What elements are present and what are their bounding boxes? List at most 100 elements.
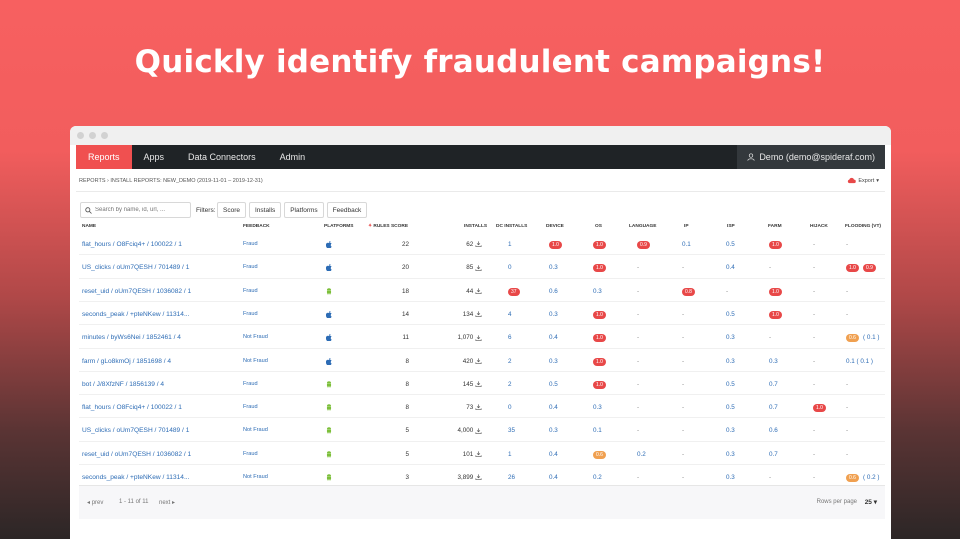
table-row[interactable]: US_clicks / oUm7QESH / 701489 / 1 Fraud 20… [76,256,885,279]
android-icon [326,404,332,411]
download-icon[interactable] [473,311,482,318]
window-minimize-dot[interactable] [89,132,96,139]
cell-value: 2 [508,357,512,365]
rows-per-page-label: Rows per page [816,499,857,505]
cell-value: 4 [508,310,512,318]
cell-dc: 6 [508,334,512,341]
col-farm[interactable]: FARM [768,224,782,229]
cell-device: 0.6 [549,288,558,295]
download-icon[interactable] [473,241,482,248]
nav-reports[interactable]: Reports [76,145,132,169]
col-ip[interactable]: IP [684,224,689,229]
cell-hijack: - [813,451,815,458]
cell-name[interactable]: US_clicks / oUm7QESH / 701489 / 1 [82,427,189,434]
cell-value: 0.1 [593,427,602,435]
cell-hijack: - [813,311,815,318]
cell-hijack: - [813,427,815,434]
cell-name[interactable]: flat_hours / O8Fciq4+ / 100022 / 1 [82,404,182,411]
col-device[interactable]: DEVICE [546,224,564,229]
table-row[interactable]: minutes / byWs6Nei / 1852461 / 4 Not Frau… [76,326,885,349]
download-icon[interactable] [473,381,482,388]
search-input[interactable] [95,207,187,213]
download-icon[interactable] [473,427,482,434]
user-menu[interactable]: Demo (demo@spideraf.com) [737,145,885,169]
cell-value: farm / gLo8kmOj / 1851698 / 4 [82,357,172,365]
cell-name[interactable]: seconds_peak / +pteNKew / 11314... [82,311,189,318]
window-maximize-dot[interactable] [101,132,108,139]
download-icon[interactable] [473,404,482,411]
table-row[interactable]: US_clicks / oUm7QESH / 701489 / 1 Not Fra… [76,419,885,442]
cell-name[interactable]: flat_hours / O8Fciq4+ / 100022 / 1 [82,241,182,248]
cell-dc: 2 [508,381,512,388]
col-dc-installs[interactable]: DC INSTALLS [496,224,527,229]
download-icon[interactable] [473,451,482,458]
cell-value: - [637,474,640,481]
window-close-dot[interactable] [77,132,84,139]
cell-value: 0.4 [549,334,558,342]
col-isp[interactable]: ISP [727,224,735,229]
col-hijack[interactable]: HIJACK [810,224,828,229]
cell-value: 1.0 [593,357,606,366]
download-icon[interactable] [473,358,482,365]
cell-value: 0.2 [637,450,646,458]
table-row[interactable]: flat_hours / O8Fciq4+ / 100022 / 1 Fraud 2… [76,233,885,256]
cell-name[interactable]: bot / J/8XfzNF / 1856139 / 4 [82,381,164,388]
table-row[interactable]: seconds_peak / +pteNKew / 11314... Fraud 1… [76,303,885,326]
cell-value: 14 [401,310,409,318]
prev-button[interactable]: ◂ prev [87,499,103,506]
row-divider [79,464,885,465]
cell-name[interactable]: minutes / byWs6Nei / 1852461 / 4 [82,334,181,341]
cell-isp: 0.5 [726,381,735,388]
cell-value: 18 [401,287,409,295]
download-icon[interactable] [473,288,482,295]
cell-value: 1 [508,450,512,458]
cell-name[interactable]: reset_uid / oUm7QESH / 1036082 / 1 [82,288,191,295]
table-row[interactable]: reset_uid / oUm7QESH / 1036082 / 1 Fraud 5… [76,443,885,466]
nav-apps[interactable]: Apps [132,145,177,169]
cell-name[interactable]: seconds_peak / +pteNKew / 11314... [82,474,189,481]
cell-value: 0 [508,404,512,412]
cell-value: - [682,450,685,458]
filter-score-button[interactable]: Score [217,202,246,218]
cell-value: 8 [405,380,409,388]
next-button[interactable]: next ▸ [159,499,175,506]
col-flooding[interactable]: FLOODING (VT) [845,224,881,229]
cell-language: - [637,358,639,365]
col-platforms[interactable]: PLATFORMS [324,224,354,229]
cell-value: - [813,474,816,481]
download-icon[interactable] [473,334,482,341]
cell-name[interactable]: farm / gLo8kmOj / 1851698 / 4 [82,358,171,365]
cell-name[interactable]: US_clicks / oUm7QESH / 701489 / 1 [82,264,189,271]
col-feedback[interactable]: FEEDBACK [243,224,270,229]
android-icon [326,474,332,481]
download-icon[interactable] [473,474,482,481]
caret-down-icon: ▾ [876,177,879,184]
cell-value: 0.8 [682,287,695,296]
filter-platforms-button[interactable]: Platforms [284,202,324,218]
nav-admin[interactable]: Admin [268,145,318,169]
table-row[interactable]: flat_hours / O8Fciq4+ / 100022 / 1 Fraud 8… [76,396,885,419]
col-installs[interactable]: INSTALLS [464,224,487,229]
cell-value: - [769,334,772,342]
filter-feedback-button[interactable]: Feedback [326,202,368,218]
search-box[interactable] [80,202,191,218]
cell-dc: 0 [508,264,512,271]
cell-installs: 145 [432,381,482,388]
cell-name[interactable]: reset_uid / oUm7QESH / 1036082 / 1 [82,451,191,458]
col-rules-score[interactable]: ✦ RULES SCORE [368,224,408,229]
cell-flooding: - [846,288,848,295]
filter-installs-button[interactable]: Installs [248,202,282,218]
cell-value: - [637,287,640,295]
cell-installs: 101 [432,451,482,458]
col-language[interactable]: LANGUAGE [629,224,656,229]
table-row[interactable]: farm / gLo8kmOj / 1851698 / 4 Not Fraud 8 4… [76,350,885,373]
download-icon[interactable] [473,264,482,271]
table-row[interactable]: bot / J/8XfzNF / 1856139 / 4 Fraud 8 145 2 0… [76,373,885,396]
export-button[interactable]: Export ▾ [847,177,879,184]
col-os[interactable]: OS [595,224,602,229]
rows-per-page-select[interactable]: 25 ▾ [865,498,877,506]
col-name[interactable]: NAME [82,224,96,229]
cell-hijack: - [813,288,815,295]
nav-data-connectors[interactable]: Data Connectors [176,145,268,169]
table-row[interactable]: reset_uid / oUm7QESH / 1036082 / 1 Fraud 1… [76,280,885,303]
